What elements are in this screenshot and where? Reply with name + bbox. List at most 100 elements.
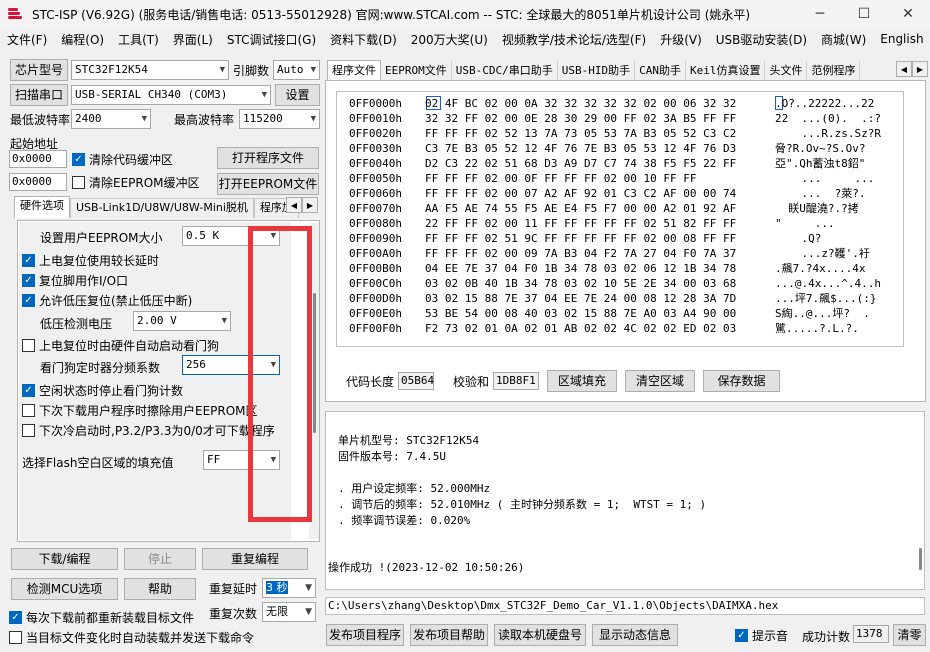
menu-english[interactable]: English <box>873 32 930 46</box>
hex-row: 0FF00B0h 04 EE 7E 37 04 F0 1B 34 78 03 02… <box>337 261 903 276</box>
tab-usb-link[interactable]: USB-Link1D/U8W/U8W-Mini脱机 <box>70 198 254 218</box>
reload-before-download-checkbox[interactable]: ✓ 每次下载前都重新装载目标文件 <box>9 609 194 626</box>
hex-bytes: FF FF FF 02 00 09 7A B3 04 F2 7A 27 04 F… <box>425 247 737 260</box>
hex-row: 0FF00C0h 03 02 0B 40 1B 34 78 03 02 10 5E… <box>337 276 903 291</box>
clear-code-buffer-checkbox[interactable]: ✓ 清除代码缓冲区 <box>72 151 173 168</box>
menu-tools[interactable]: 工具(T) <box>111 31 166 48</box>
log-scrollbar-thumb[interactable] <box>919 548 922 570</box>
max-baud-select[interactable]: 115200 ▼ <box>239 109 320 129</box>
read-disk-id-button[interactable]: 读取本机硬盘号 <box>494 624 586 646</box>
min-baud-select[interactable]: 2400 ▼ <box>71 109 151 129</box>
checkmark-icon: ✓ <box>735 629 748 642</box>
chevron-down-icon: ▼ <box>305 607 312 617</box>
eeprom-size-value: 0.5 K <box>186 229 220 242</box>
hex-row: 0FF0020h FF FF FF 02 52 13 7A 73 05 53 7A… <box>337 126 903 141</box>
idle-stop-watchdog-checkbox[interactable]: ✓ 空闲状态时停止看门狗计数 <box>22 382 183 399</box>
check-mcu-options-button[interactable]: 检测MCU选项 <box>11 578 118 600</box>
tab-scroll-right-icon[interactable]: ▶ <box>912 61 928 77</box>
idle-stop-watchdog-label: 空闲状态时停止看门狗计数 <box>39 384 184 398</box>
auto-watchdog-checkbox[interactable]: 上电复位时由硬件自动启动看门狗 <box>22 337 219 354</box>
menu-downloads[interactable]: 资料下载(D) <box>323 31 404 48</box>
low-voltage-reset-checkbox[interactable]: ✓ 允许低压复位(禁止低压中断) <box>22 292 192 309</box>
menu-video[interactable]: 视频教学/技术论坛/选型(F) <box>495 31 653 48</box>
publish-help-button[interactable]: 发布项目帮助 <box>410 624 488 646</box>
reset-pin-io-checkbox[interactable]: ✓ 复位脚用作I/O口 <box>22 272 128 289</box>
beep-checkbox[interactable]: ✓ 提示音 <box>735 627 788 644</box>
tab-program-file[interactable]: 程序文件 <box>327 60 381 81</box>
checkbox-empty-icon <box>9 631 22 644</box>
port-select[interactable]: USB-SERIAL CH340 (COM3) ▼ <box>71 85 271 105</box>
menu-prize[interactable]: 200万大奖(U) <box>404 31 495 48</box>
menu-interface[interactable]: 界面(L) <box>166 31 220 48</box>
menu-program[interactable]: 编程(O) <box>54 31 111 48</box>
low-voltage-select[interactable]: 2.00 V ▼ <box>133 311 231 331</box>
hex-viewer[interactable]: 0FF0000h 02 4F BC 02 00 0A 32 32 32 32 32… <box>336 91 904 347</box>
maximize-button[interactable]: ☐ <box>842 0 886 28</box>
auto-load-send-label: 当目标文件变化时自动装载并发送下载命令 <box>26 631 255 645</box>
repeat-delay-select[interactable]: 3 秒 ▼ <box>262 578 316 598</box>
hex-ascii: ... ?萊?. <box>775 187 866 200</box>
hex-bytes: 03 02 0B 40 1B 34 78 03 02 10 5E 2E 34 0… <box>425 277 737 290</box>
chip-model-value: STC32F12K54 <box>75 63 148 76</box>
hex-ascii: 脅?R.Ov~?S.Ov? <box>775 142 866 155</box>
max-baud-value: 115200 <box>243 112 283 125</box>
pin-count-select[interactable]: Auto ▼ <box>273 60 320 80</box>
menu-usb-driver[interactable]: USB驱动安装(D) <box>709 31 814 48</box>
tab-usb-hid[interactable]: USB-HID助手 <box>558 61 636 81</box>
min-baud-label: 最低波特率 <box>10 113 71 127</box>
output-log[interactable]: 单片机型号: STC32F12K54 固件版本号: 7.4.5U . 用户设定频… <box>325 411 925 590</box>
p32-p33-download-checkbox[interactable]: 下次冷启动时,P3.2/P3.3为0/0才可下载程序 <box>22 422 275 439</box>
repeat-program-button[interactable]: 重复编程 <box>202 548 308 570</box>
auto-load-send-checkbox[interactable]: 当目标文件变化时自动装载并发送下载命令 <box>9 629 254 646</box>
tab-keil-debug[interactable]: Keil仿真设置 <box>686 61 766 81</box>
code-start-address-input[interactable]: 0x0000 <box>9 150 67 168</box>
success-count-label: 成功计数 <box>802 630 851 644</box>
tab-eeprom-file[interactable]: EEPROM文件 <box>381 61 452 81</box>
save-data-button[interactable]: 保存数据 <box>703 370 780 392</box>
tab-hardware-options[interactable]: 硬件选项 <box>14 196 70 218</box>
menu-debug[interactable]: STC调试接口(G) <box>220 31 323 48</box>
fill-region-button[interactable]: 区域填充 <box>547 370 617 392</box>
hex-bytes: 22 FF FF 02 00 11 FF FF FF FF FF 02 51 8… <box>425 217 737 230</box>
checkmark-icon: ✓ <box>22 294 35 307</box>
show-dynamic-info-button[interactable]: 显示动态信息 <box>592 624 678 646</box>
tab-usb-cdc-serial[interactable]: USB-CDC/串口助手 <box>452 61 558 81</box>
close-button[interactable]: ✕ <box>886 0 930 28</box>
chip-model-select[interactable]: STC32F12K54 ▼ <box>71 60 229 80</box>
long-reset-delay-checkbox[interactable]: ✓ 上电复位使用较长延时 <box>22 252 159 269</box>
tab-scroll-left-icon[interactable]: ◀ <box>286 197 302 213</box>
scan-port-button[interactable]: 扫描串口 <box>10 84 68 106</box>
menu-shop[interactable]: 商城(W) <box>814 31 873 48</box>
hex-addr: 0FF0020h <box>349 127 402 140</box>
chip-model-button[interactable]: 芯片型号 <box>10 59 68 81</box>
max-baud-label: 最高波特率 <box>174 113 235 127</box>
publish-program-button[interactable]: 发布项目程序 <box>326 624 404 646</box>
menu-upgrade[interactable]: 升级(V) <box>653 31 709 48</box>
chevron-down-icon: ▼ <box>141 114 147 124</box>
tab-scroll-right-icon[interactable]: ▶ <box>302 197 318 213</box>
clear-count-button[interactable]: 清零 <box>893 624 926 646</box>
download-program-button[interactable]: 下载/编程 <box>11 548 118 570</box>
clear-region-button[interactable]: 清空区域 <box>625 370 695 392</box>
tab-scroll-left-icon[interactable]: ◀ <box>896 61 912 77</box>
hex-addr: 0FF00F0h <box>349 322 402 335</box>
hex-addr: 0FF0010h <box>349 112 402 125</box>
repeat-count-select[interactable]: 无限 ▼ <box>262 602 316 622</box>
tab-can[interactable]: CAN助手 <box>635 61 686 81</box>
help-button[interactable]: 帮助 <box>124 578 196 600</box>
open-eeprom-file-button[interactable]: 打开EEPROM文件 <box>217 173 319 195</box>
tab-examples[interactable]: 范例程序 <box>807 61 861 81</box>
hex-file-path[interactable]: C:\Users\zhang\Desktop\Dmx_STC32F_Demo_C… <box>325 597 925 615</box>
minimize-button[interactable]: ─ <box>798 0 842 28</box>
menu-file[interactable]: 文件(F) <box>0 31 54 48</box>
settings-button[interactable]: 设置 <box>275 84 320 106</box>
scrollbar-thumb[interactable] <box>313 293 316 433</box>
stop-button[interactable]: 停止 <box>124 548 196 570</box>
tab-header-file[interactable]: 头文件 <box>765 61 808 81</box>
open-program-file-button[interactable]: 打开程序文件 <box>217 147 319 169</box>
clear-eeprom-buffer-checkbox[interactable]: 清除EEPROM缓冲区 <box>72 174 200 191</box>
eeprom-start-address-input[interactable]: 0x0000 <box>9 173 67 191</box>
hex-row: 0FF0000h 02 4F BC 02 00 0A 32 32 32 32 32… <box>337 96 903 111</box>
erase-eeprom-checkbox[interactable]: 下次下载用户程序时擦除用户EEPROM区 <box>22 402 258 419</box>
hex-bytes: F2 73 02 01 0A 02 01 AB 02 02 4C 02 02 E… <box>425 322 737 335</box>
